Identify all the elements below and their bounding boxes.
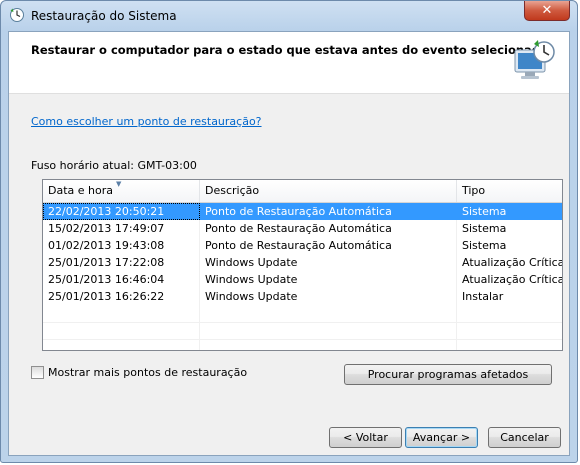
table-row[interactable]: 25/01/2013 17:22:08 Windows Update Atualiz… xyxy=(43,254,562,271)
cell-date: 01/02/2013 19:43:08 xyxy=(48,239,165,252)
column-label: Tipo xyxy=(462,184,486,197)
restore-points-list[interactable]: Data e hora ▼ Descrição Tipo 22/02/2013 … xyxy=(42,179,563,351)
table-row[interactable]: 25/01/2013 16:46:04 Windows Update Atualiz… xyxy=(43,271,562,288)
cell-date: 25/01/2013 16:26:22 xyxy=(48,290,165,303)
cell-type: Sistema xyxy=(462,239,507,252)
list-rows: 22/02/2013 20:50:21 Ponto de Restauração … xyxy=(43,203,562,305)
column-header-type[interactable]: Tipo xyxy=(457,180,562,202)
cell-date: 25/01/2013 17:22:08 xyxy=(48,256,165,269)
timezone-label: Fuso horário atual: GMT-03:00 xyxy=(31,159,197,172)
column-label: Descrição xyxy=(205,184,260,197)
close-icon: ✕ xyxy=(541,3,553,18)
cell-type: Sistema xyxy=(462,205,507,218)
help-link[interactable]: Como escolher um ponto de restauração? xyxy=(31,115,262,128)
scan-affected-programs-button[interactable]: Procurar programas afetados xyxy=(344,364,552,385)
cell-description: Windows Update xyxy=(205,256,298,269)
system-restore-window: Restauração do Sistema ✕ Restaurar o com… xyxy=(0,0,578,463)
checkbox-box[interactable] xyxy=(31,366,44,379)
title-bar[interactable]: Restauração do Sistema ✕ xyxy=(1,1,577,31)
wizard-header: Restaurar o computador para o estado que… xyxy=(9,32,569,94)
list-header: Data e hora ▼ Descrição Tipo xyxy=(43,180,562,203)
table-row[interactable]: 01/02/2013 19:43:08 Ponto de Restauração … xyxy=(43,237,562,254)
back-button[interactable]: < Voltar xyxy=(329,427,402,448)
system-restore-icon xyxy=(10,8,24,22)
cell-description: Ponto de Restauração Automática xyxy=(205,222,392,235)
cell-date: 25/01/2013 16:46:04 xyxy=(48,273,165,286)
column-header-date[interactable]: Data e hora ▼ xyxy=(43,180,200,202)
column-header-description[interactable]: Descrição xyxy=(200,180,457,202)
cell-date: 22/02/2013 20:50:21 xyxy=(43,203,200,220)
header-instruction: Restaurar o computador para o estado que… xyxy=(31,43,548,57)
cell-description: Windows Update xyxy=(205,290,298,303)
dialog-client-area: Restaurar o computador para o estado que… xyxy=(8,31,570,456)
table-row[interactable]: 25/01/2013 16:26:22 Windows Update Instala… xyxy=(43,288,562,305)
cell-description: Ponto de Restauração Automática xyxy=(205,205,392,218)
cell-type: Sistema xyxy=(462,222,507,235)
cell-date: 15/02/2013 17:49:07 xyxy=(48,222,165,235)
cell-type: Instalar xyxy=(462,290,504,303)
system-restore-icon xyxy=(514,40,555,79)
next-button[interactable]: Avançar > xyxy=(405,427,478,448)
sort-arrow-icon: ▼ xyxy=(116,180,122,188)
cell-description: Windows Update xyxy=(205,273,298,286)
show-more-checkbox[interactable]: Mostrar mais pontos de restauração xyxy=(31,366,247,379)
table-row[interactable]: 22/02/2013 20:50:21 Ponto de Restauração … xyxy=(43,203,562,220)
cell-type: Atualização Crítica xyxy=(462,256,563,269)
cancel-button[interactable]: Cancelar xyxy=(488,427,561,448)
cell-description: Ponto de Restauração Automática xyxy=(205,239,392,252)
window-title: Restauração do Sistema xyxy=(31,9,177,23)
close-button[interactable]: ✕ xyxy=(524,1,570,21)
checkbox-label: Mostrar mais pontos de restauração xyxy=(48,366,248,379)
column-label: Data e hora xyxy=(48,184,113,197)
cell-type: Atualização Crítica xyxy=(462,273,563,286)
table-row[interactable]: 15/02/2013 17:49:07 Ponto de Restauração … xyxy=(43,220,562,237)
